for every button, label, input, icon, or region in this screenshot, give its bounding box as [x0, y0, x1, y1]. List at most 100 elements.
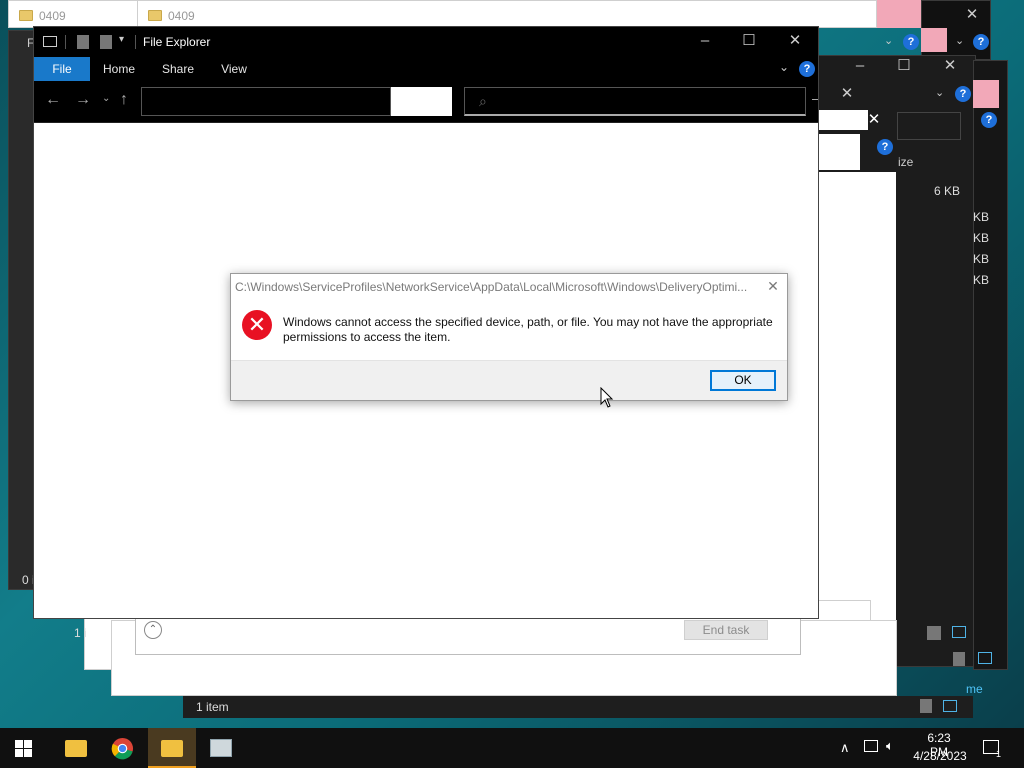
- notification-count: 1: [996, 749, 1002, 759]
- dialog-footer: OK: [231, 360, 787, 400]
- task-manager-panel: ⌃ End task: [135, 618, 801, 655]
- app-window-icon: [210, 739, 232, 757]
- background-tab-left-title: 0409: [39, 9, 66, 23]
- chevron-down-icon[interactable]: ⌄: [884, 34, 893, 47]
- minimize-icon[interactable]: –: [691, 27, 719, 55]
- address-bar[interactable]: [141, 87, 391, 116]
- folder-icon: [148, 10, 162, 21]
- taskbar-chrome[interactable]: [99, 728, 147, 768]
- background-tab-right[interactable]: 0409: [137, 0, 877, 28]
- tiles-view-icon[interactable]: [952, 626, 966, 638]
- up-arrow-icon[interactable]: ↑: [120, 91, 128, 109]
- help-icon[interactable]: ?: [973, 34, 989, 50]
- tab-view-label: View: [221, 62, 247, 76]
- background-pink-block: [921, 28, 947, 52]
- background-tab-right-title: 0409: [168, 9, 195, 23]
- nav-divider: [812, 99, 818, 100]
- details-view-icon[interactable]: [920, 699, 932, 713]
- close-icon: ✕: [767, 278, 779, 294]
- taskbar: ∧ 🔈︎ 6:23 PM 4/28/2023 1: [0, 728, 1024, 768]
- chevron-down-icon[interactable]: ⌄: [955, 34, 964, 47]
- taskbar-date[interactable]: 4/28/2023: [912, 749, 968, 763]
- background-size-value: KB: [973, 231, 990, 245]
- folder-icon: [65, 740, 87, 757]
- end-task-label: End task: [702, 623, 750, 637]
- details-view-icon[interactable]: [953, 652, 965, 666]
- chevron-down-icon[interactable]: ⌄: [935, 86, 944, 99]
- background-size-header[interactable]: ize: [898, 155, 913, 169]
- tab-home-label: Home: [102, 62, 135, 76]
- background-search-box[interactable]: [897, 112, 961, 140]
- help-icon[interactable]: ?: [981, 112, 997, 128]
- explorer-ribbon-tabs: File Home Share View ⌄ ?: [34, 57, 818, 81]
- fewer-details-icon[interactable]: ⌃: [144, 621, 162, 639]
- taskbar-file-explorer[interactable]: [52, 728, 100, 768]
- tab-home[interactable]: Home: [97, 57, 141, 81]
- background-white-strip-2: [818, 134, 860, 170]
- help-icon[interactable]: ?: [877, 139, 893, 155]
- background-size-value: KB: [973, 273, 990, 287]
- end-task-button[interactable]: End task: [684, 620, 768, 640]
- ok-button[interactable]: OK: [710, 370, 776, 391]
- background-status-item: 1 i: [74, 626, 87, 640]
- background-tab-left[interactable]: 0409: [8, 0, 140, 28]
- close-icon[interactable]: ✕: [936, 52, 964, 80]
- close-icon[interactable]: ✕: [958, 1, 986, 29]
- tab-file[interactable]: File: [34, 57, 90, 81]
- forward-arrow-icon[interactable]: →: [75, 91, 91, 109]
- qat-dropdown-icon[interactable]: ▾: [119, 34, 124, 45]
- dialog-title: C:\Windows\ServiceProfiles\NetworkServic…: [235, 280, 748, 294]
- tab-file-label: File: [52, 62, 72, 76]
- show-hidden-icons[interactable]: ∧: [840, 740, 850, 756]
- mouse-cursor-icon: [600, 387, 614, 408]
- error-icon: ✕: [242, 310, 272, 340]
- background-white-strip: [818, 110, 868, 130]
- tiles-view-icon[interactable]: [943, 700, 957, 712]
- volume-icon[interactable]: 🔈︎: [886, 738, 894, 754]
- maximize-icon[interactable]: ☐: [735, 27, 763, 55]
- error-dialog: C:\Windows\ServiceProfiles\NetworkServic…: [230, 273, 788, 401]
- explorer-title-bar: ▾ File Explorer – ☐ ✕: [34, 27, 818, 57]
- background-size-value: KB: [973, 252, 990, 266]
- help-icon[interactable]: ?: [955, 86, 971, 102]
- taskbar-app[interactable]: [197, 728, 245, 768]
- new-folder-icon[interactable]: [100, 35, 112, 49]
- background-window-right-b: [973, 60, 1008, 670]
- items-status: 1 item: [196, 700, 229, 714]
- back-arrow-icon[interactable]: ←: [45, 91, 61, 109]
- search-box[interactable]: ⌕: [464, 87, 806, 116]
- tab-view[interactable]: View: [212, 57, 256, 81]
- tab-share-label: Share: [161, 62, 195, 76]
- ribbon-expand-icon[interactable]: ⌄: [779, 60, 789, 74]
- folder-icon: [19, 10, 33, 21]
- details-view-icon[interactable]: [927, 626, 941, 640]
- background-white-panel: [818, 172, 896, 672]
- background-pink-block-b: [973, 80, 999, 108]
- qat-separator: [65, 35, 66, 49]
- recent-locations-icon[interactable]: ⌄: [102, 93, 110, 104]
- refresh-button[interactable]: [391, 87, 452, 116]
- tab-share[interactable]: Share: [156, 57, 200, 81]
- background-close-hover[interactable]: [877, 0, 921, 28]
- help-icon[interactable]: ?: [903, 34, 919, 50]
- minimize-icon[interactable]: –: [846, 52, 874, 80]
- explorer-app-icon: [43, 36, 57, 47]
- dialog-message: Windows cannot access the specified devi…: [283, 315, 778, 345]
- search-icon: ⌕: [479, 93, 487, 109]
- background-window-status-bar: [183, 696, 973, 718]
- explorer-title: File Explorer: [143, 35, 211, 49]
- ok-label: OK: [734, 373, 752, 387]
- taskbar-file-explorer-active[interactable]: [148, 728, 196, 768]
- maximize-icon[interactable]: ☐: [890, 52, 918, 80]
- tiles-view-icon[interactable]: [978, 652, 992, 664]
- close-icon[interactable]: ✕: [833, 80, 861, 108]
- close-icon[interactable]: ✕: [781, 27, 809, 55]
- windows-start-icon[interactable]: [15, 740, 32, 757]
- help-icon[interactable]: ?: [799, 61, 815, 77]
- qat-separator: [135, 35, 136, 49]
- properties-icon[interactable]: [77, 35, 89, 49]
- network-icon[interactable]: [864, 740, 878, 752]
- dialog-close-button[interactable]: ✕: [763, 276, 783, 296]
- me-label: me: [966, 682, 983, 696]
- background-size-value: 6 KB: [934, 184, 961, 198]
